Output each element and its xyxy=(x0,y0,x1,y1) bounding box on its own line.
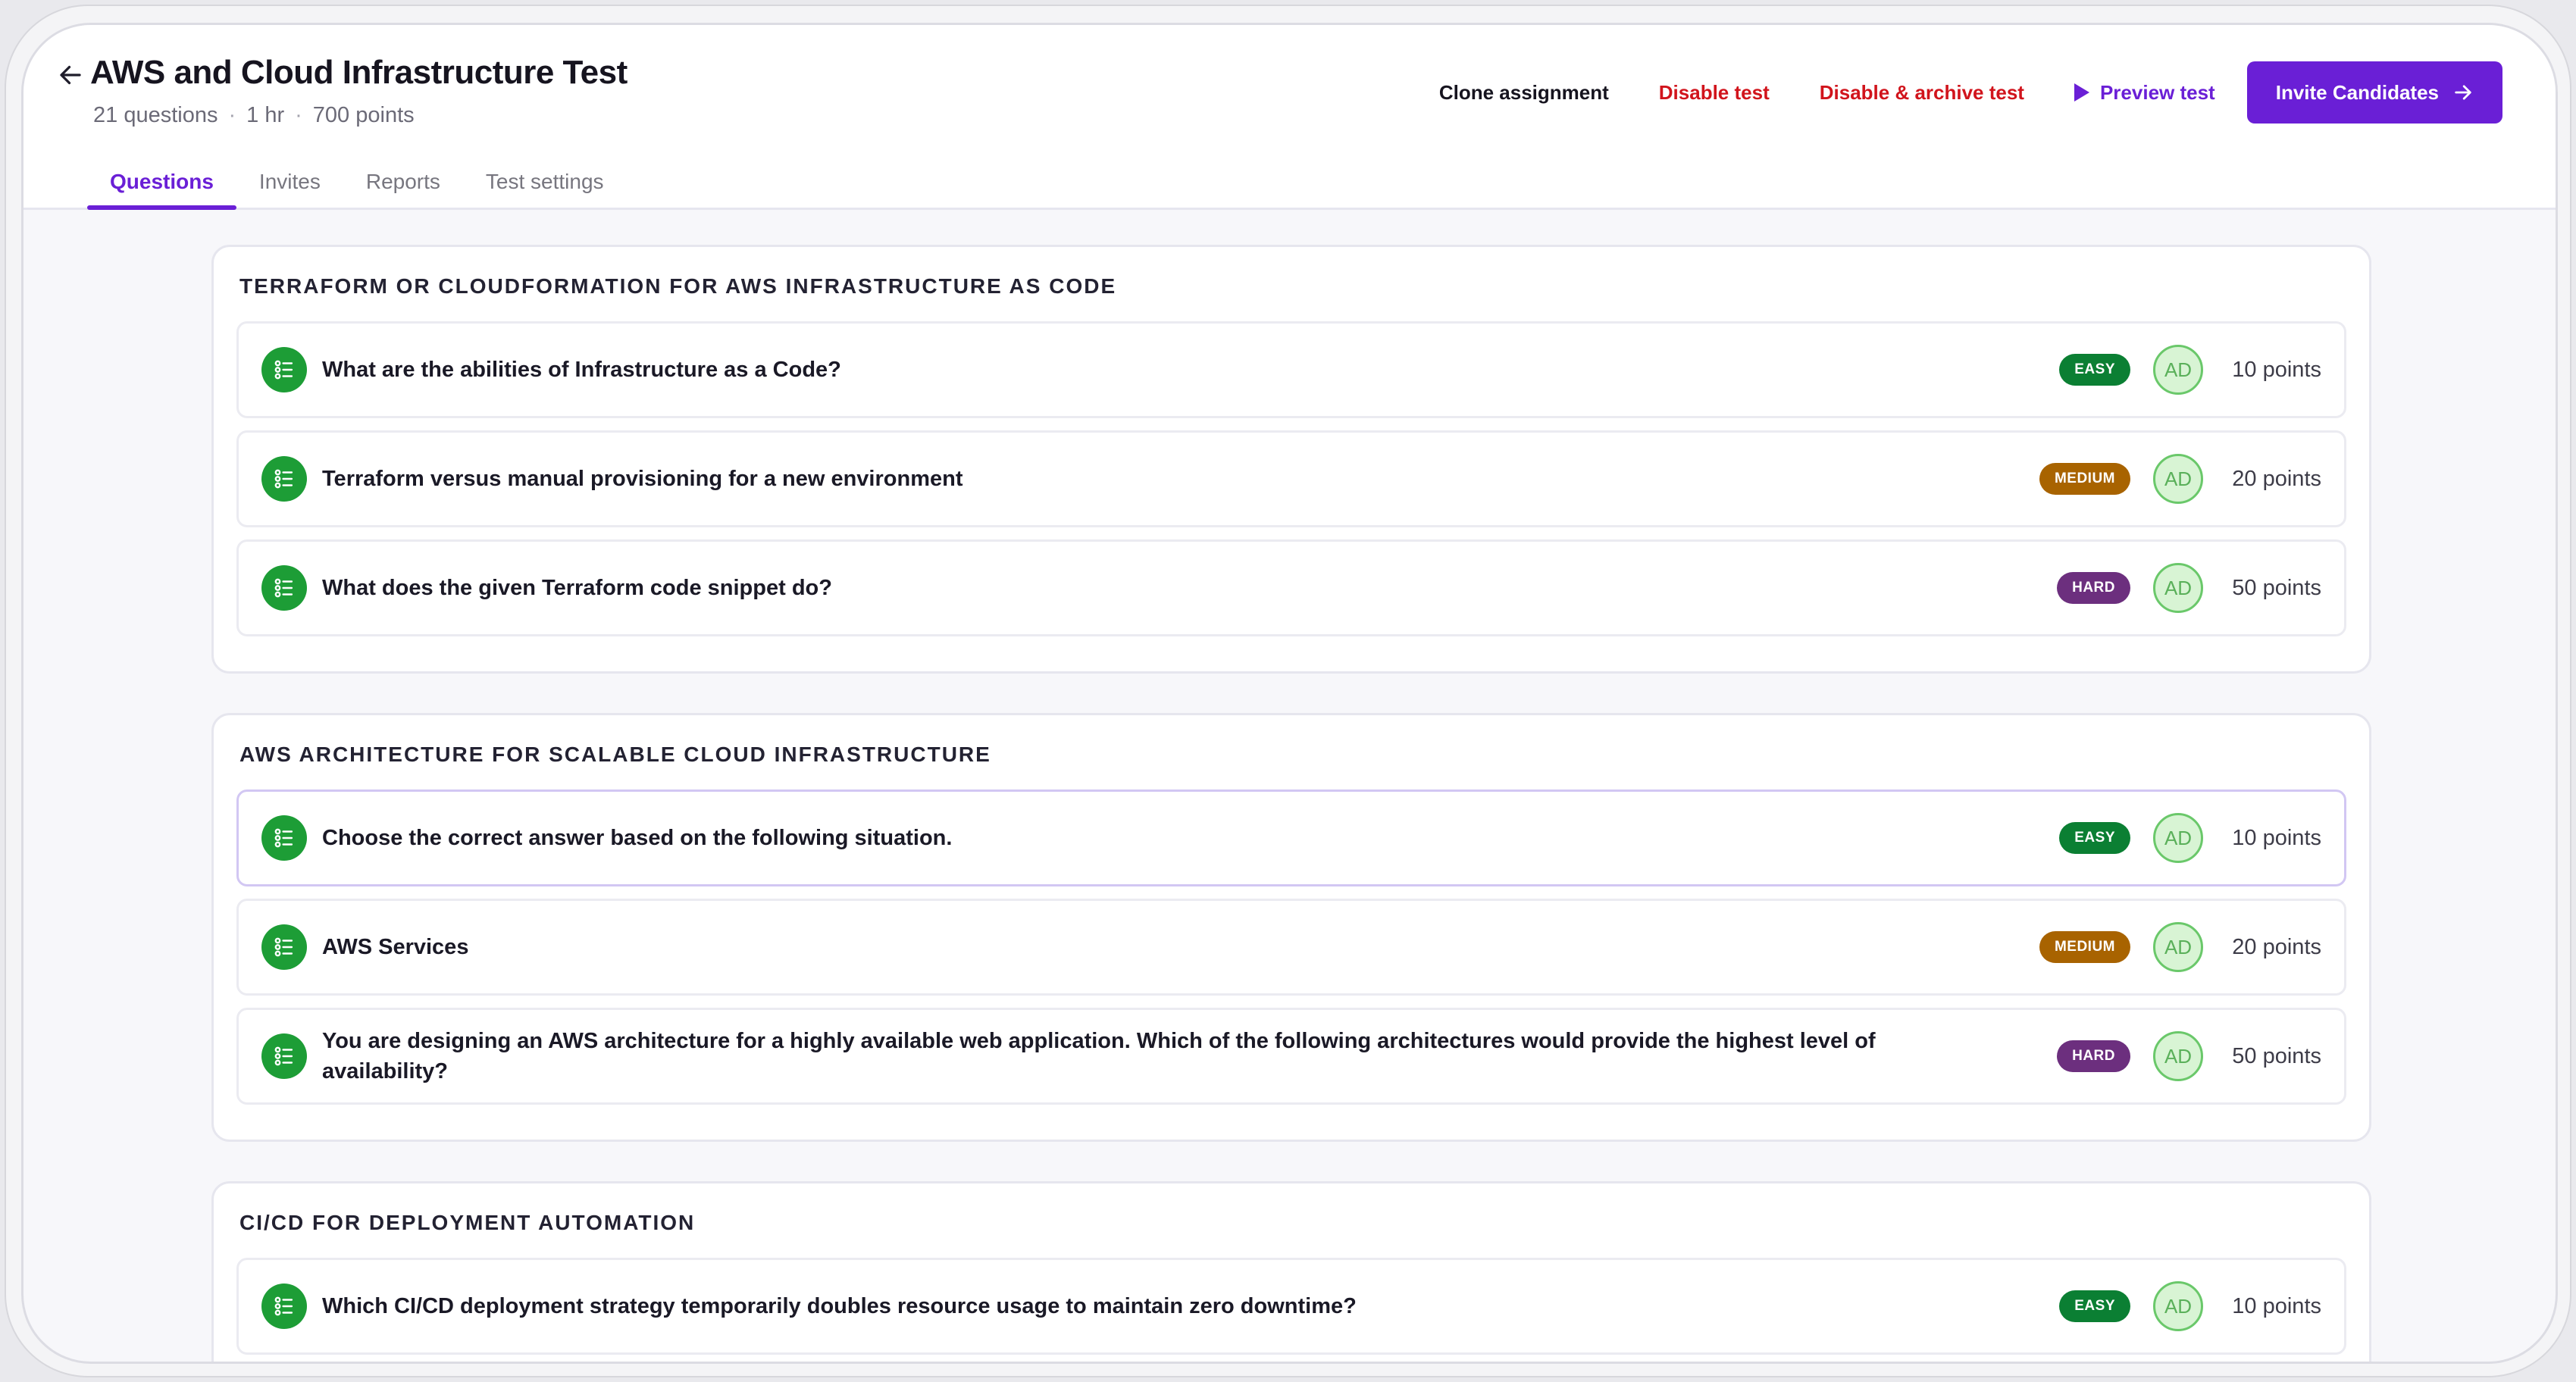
author-avatar: AD xyxy=(2153,563,2203,613)
tab-invites[interactable]: Invites xyxy=(236,170,343,208)
tab-test-settings[interactable]: Test settings xyxy=(463,170,627,208)
question-row[interactable]: Choose the correct answer based on the f… xyxy=(236,789,2346,886)
question-text: AWS Services xyxy=(322,935,469,959)
arrow-left-icon xyxy=(60,65,81,85)
tab-questions[interactable]: Questions xyxy=(87,170,236,210)
question-points: 10 points xyxy=(2232,825,2321,850)
question-section: CI/CD FOR DEPLOYMENT AUTOMATION Which CI/… xyxy=(211,1181,2371,1362)
header-actions: Clone assignment Disable test Disable & … xyxy=(1439,61,2502,124)
device-frame: AWS and Cloud Infrastructure Test 21 que… xyxy=(5,5,2571,1377)
question-text: What are the abilities of Infrastructure… xyxy=(322,358,841,382)
app-window: AWS and Cloud Infrastructure Test 21 que… xyxy=(21,23,2558,1364)
question-row[interactable]: What are the abilities of Infrastructure… xyxy=(236,321,2346,418)
invite-candidates-button[interactable]: Invite Candidates xyxy=(2246,61,2502,124)
difficulty-badge: EASY xyxy=(2059,822,2130,854)
meta-separator: · xyxy=(295,103,302,127)
invite-candidates-label: Invite Candidates xyxy=(2275,80,2439,104)
question-row[interactable]: You are designing an AWS architecture fo… xyxy=(236,1008,2346,1105)
question-text: What does the given Terraform code snipp… xyxy=(322,576,832,600)
checklist-icon xyxy=(261,1284,307,1329)
arrow-right-icon xyxy=(2455,85,2471,100)
question-count: 21 questions xyxy=(93,103,218,127)
question-section: TERRAFORM OR CLOUDFORMATION FOR AWS INFR… xyxy=(211,245,2371,674)
question-points: 20 points xyxy=(2232,466,2321,491)
tab-reports[interactable]: Reports xyxy=(343,170,463,208)
disable-test-link[interactable]: Disable test xyxy=(1659,81,1770,105)
difficulty-badge: HARD xyxy=(2057,1040,2130,1072)
question-points: 20 points xyxy=(2232,934,2321,959)
question-row[interactable]: Which CI/CD deployment strategy temporar… xyxy=(236,1258,2346,1355)
question-text: Which CI/CD deployment strategy temporar… xyxy=(322,1294,1357,1318)
back-button[interactable] xyxy=(51,55,90,95)
difficulty-badge: EASY xyxy=(2059,354,2130,386)
section-title: CI/CD FOR DEPLOYMENT AUTOMATION xyxy=(239,1211,696,1234)
section-title: AWS ARCHITECTURE FOR SCALABLE CLOUD INFR… xyxy=(239,743,991,766)
checklist-icon xyxy=(261,1033,307,1079)
question-points: 10 points xyxy=(2232,1293,2321,1318)
checklist-icon xyxy=(261,815,307,861)
question-row[interactable]: Terraform versus manual provisioning for… xyxy=(236,430,2346,527)
preview-test-link[interactable]: Preview test xyxy=(2074,81,2215,105)
page-header: AWS and Cloud Infrastructure Test 21 que… xyxy=(23,25,2556,210)
author-avatar: AD xyxy=(2153,1031,2203,1081)
tab-bar: Questions Invites Reports Test settings xyxy=(87,155,627,210)
meta-separator: · xyxy=(228,103,236,127)
total-points: 700 points xyxy=(312,103,415,127)
question-text: Choose the correct answer based on the f… xyxy=(322,826,953,850)
page-title: AWS and Cloud Infrastructure Test xyxy=(90,54,628,91)
difficulty-badge: MEDIUM xyxy=(2039,463,2130,495)
author-avatar: AD xyxy=(2153,1281,2203,1331)
question-sections: TERRAFORM OR CLOUDFORMATION FOR AWS INFR… xyxy=(211,245,2371,1362)
difficulty-badge: EASY xyxy=(2059,1290,2130,1322)
question-points: 50 points xyxy=(2232,575,2321,600)
checklist-icon xyxy=(261,347,307,392)
checklist-icon xyxy=(261,924,307,970)
author-avatar: AD xyxy=(2153,454,2203,504)
section-title: TERRAFORM OR CLOUDFORMATION FOR AWS INFR… xyxy=(239,274,1117,298)
disable-archive-test-link[interactable]: Disable & archive test xyxy=(1820,81,2024,105)
difficulty-badge: HARD xyxy=(2057,572,2130,604)
preview-test-label: Preview test xyxy=(2099,80,2215,104)
checklist-icon xyxy=(261,456,307,502)
question-row[interactable]: What does the given Terraform code snipp… xyxy=(236,539,2346,636)
question-text: You are designing an AWS architecture fo… xyxy=(322,1029,1876,1083)
test-duration: 1 hr xyxy=(246,103,285,127)
author-avatar: AD xyxy=(2153,345,2203,395)
difficulty-badge: MEDIUM xyxy=(2039,931,2130,963)
question-row[interactable]: AWS Services MEDIUM AD 20 points xyxy=(236,899,2346,996)
author-avatar: AD xyxy=(2153,813,2203,863)
question-section: AWS ARCHITECTURE FOR SCALABLE CLOUD INFR… xyxy=(211,713,2371,1142)
play-icon xyxy=(2074,83,2089,102)
checklist-icon xyxy=(261,565,307,611)
question-text: Terraform versus manual provisioning for… xyxy=(322,467,963,491)
question-points: 50 points xyxy=(2232,1043,2321,1068)
clone-assignment-link[interactable]: Clone assignment xyxy=(1439,81,1609,105)
question-points: 10 points xyxy=(2232,357,2321,382)
test-meta: 21 questions · 1 hr · 700 points xyxy=(93,103,415,128)
author-avatar: AD xyxy=(2153,922,2203,972)
